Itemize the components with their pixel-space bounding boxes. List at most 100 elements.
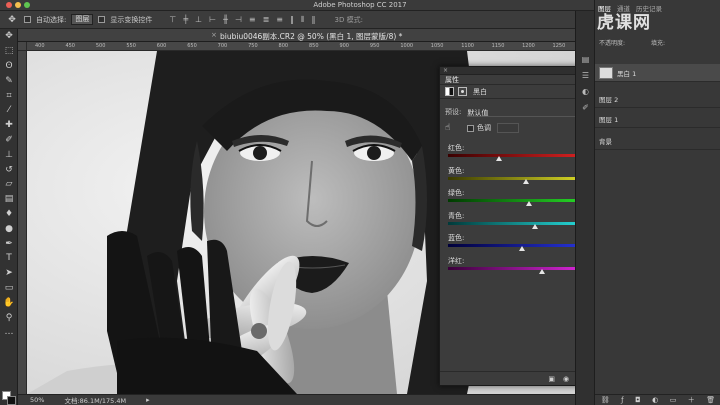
ruler-tick-label: 1000 [400, 43, 414, 49]
slider-thumb[interactable] [522, 178, 529, 184]
status-menu-icon[interactable]: ▸ [146, 396, 150, 404]
ruler-tick-label: 1250 [552, 43, 566, 49]
slider-label: 青色: [448, 211, 465, 220]
distribute-left-icon[interactable]: ‖ [290, 15, 294, 25]
new-layer-icon[interactable]: ＋ [688, 395, 695, 405]
tint-checkbox[interactable] [467, 124, 474, 132]
add-mask-icon[interactable]: ◘ [635, 396, 641, 404]
auto-select-checkbox[interactable] [24, 16, 31, 23]
ruler-tick-label: 600 [156, 43, 167, 49]
align-right-icon[interactable]: ⊣ [235, 15, 242, 25]
brush-icon[interactable]: ✐ [0, 133, 18, 148]
layer-row[interactable]: 背景 [595, 132, 720, 150]
tools-panel: ✥ ⬚ ʘ ✎ ⌗ ⁄ ✚ ✐ ⊥ ↺ ▱ ▤ ♦ ● ✒ T ➤ ▭ ✋ ⚲ … [0, 29, 18, 405]
align-hcenter-icon[interactable]: ╫ [223, 15, 228, 25]
distribute-vcenter-icon[interactable]: ≣ [263, 15, 270, 25]
document-tab[interactable]: × biubiu0046副本.CR2 @ 50% (黑白 1, 图层蒙版/8) … [18, 29, 575, 42]
properties-title: 属性 [445, 76, 459, 84]
properties-panel-icon[interactable]: ☰ [576, 67, 595, 83]
ruler-tick-label: 950 [369, 43, 380, 49]
layer-row[interactable]: 黑白 1 [595, 64, 720, 82]
align-left-icon[interactable]: ⊢ [209, 15, 216, 25]
ruler-tick-label: 500 [95, 43, 106, 49]
document-size: 文档:86.1M/175.4M [64, 397, 127, 405]
tint-color-swatch[interactable] [497, 123, 519, 133]
pen-icon[interactable]: ✒ [0, 236, 18, 251]
vertical-ruler[interactable] [18, 51, 27, 394]
layer-row[interactable]: 图层 1 [595, 110, 720, 128]
distribute-hcenter-icon[interactable]: ⦀ [301, 15, 305, 25]
align-vcenter-icon[interactable]: ╪ [183, 15, 188, 25]
document-title: biubiu0046副本.CR2 @ 50% (黑白 1, 图层蒙版/8) * [220, 32, 403, 41]
layer-mask-thumbnail[interactable] [599, 66, 613, 79]
eraser-icon[interactable]: ▱ [0, 177, 18, 192]
slider-thumb[interactable] [518, 246, 525, 251]
distribute-top-icon[interactable]: ≡ [249, 15, 256, 25]
zoom-window-icon[interactable] [24, 2, 30, 8]
shape-icon[interactable]: ▭ [0, 281, 18, 296]
black-white-adjustment-icon[interactable] [445, 87, 454, 96]
crop-icon[interactable]: ⌗ [0, 88, 18, 103]
healing-brush-icon[interactable]: ✚ [0, 118, 18, 133]
auto-select-target-select[interactable]: 图层 [71, 14, 94, 25]
panel-close-icon[interactable]: × [443, 67, 448, 74]
close-tab-icon[interactable]: × [211, 31, 217, 39]
fill-label: 填充: [650, 40, 665, 47]
history-brush-icon[interactable]: ↺ [0, 162, 18, 177]
slider-thumb[interactable] [532, 223, 539, 229]
clone-stamp-icon[interactable]: ⊥ [0, 147, 18, 162]
slider-label: 红色: [448, 144, 465, 152]
slider-label: 蓝色: [448, 234, 465, 242]
slider-label: 黄色: [448, 166, 465, 175]
ruler-origin[interactable] [18, 42, 27, 51]
delete-layer-icon[interactable]: 🗑 [706, 396, 715, 404]
dodge-icon[interactable]: ● [0, 221, 18, 236]
close-window-icon[interactable] [6, 2, 12, 8]
fx-icon[interactable]: ƒ [621, 396, 623, 404]
quick-select-icon[interactable]: ✎ [0, 73, 18, 88]
targeted-adjustment-hand-icon[interactable]: ☝ [445, 123, 461, 133]
history-panel-icon[interactable]: ▤ [576, 51, 595, 67]
layer-mask-icon[interactable] [458, 87, 467, 96]
align-bottom-icon[interactable]: ⊥ [195, 15, 202, 25]
adjustments-panel-icon[interactable]: ◐ [576, 83, 595, 99]
eyedropper-icon[interactable]: ⁄ [0, 103, 18, 118]
minimize-window-icon[interactable] [15, 2, 21, 8]
show-transform-checkbox[interactable] [98, 16, 106, 23]
horizontal-ruler[interactable]: 400 450 500 550 600 650 700 750 800 850 900 950 1000… [27, 42, 575, 51]
lasso-icon[interactable]: ʘ [0, 59, 18, 74]
move-tool-icon[interactable]: ✥ [5, 14, 19, 26]
ruler-tick-label: 750 [248, 43, 258, 49]
slider-thumb[interactable] [525, 201, 532, 206]
distribute-bottom-icon[interactable]: ≡ [276, 15, 283, 25]
zoom-level[interactable]: 50% [30, 396, 44, 404]
marquee-icon[interactable]: ⬚ [0, 44, 18, 59]
more-tools-icon[interactable]: … [0, 325, 18, 340]
type-icon[interactable]: T [0, 251, 18, 266]
slider-thumb[interactable] [495, 156, 502, 161]
slider-thumb[interactable] [539, 268, 546, 274]
hand-icon[interactable]: ✋ [0, 295, 18, 310]
view-previous-icon[interactable]: ◉ [563, 375, 569, 383]
background-color[interactable] [7, 396, 16, 405]
adjustment-name: 黑白 [473, 87, 487, 96]
path-select-icon[interactable]: ➤ [0, 266, 18, 281]
layer-name: 图层 2 [599, 95, 619, 104]
tint-label: 色调 [477, 124, 491, 132]
watermark-logo: 虎课网 [597, 13, 651, 33]
gradient-icon[interactable]: ▤ [0, 192, 18, 207]
blur-icon[interactable]: ♦ [0, 207, 18, 222]
clip-to-layer-icon[interactable]: ▣ [548, 375, 555, 383]
auto-select-label: 自动选择: [36, 15, 67, 24]
align-top-icon[interactable]: ⊤ [169, 15, 176, 25]
mode-3d-label: 3D 模式: [334, 15, 363, 24]
layer-row[interactable]: 图层 2 [595, 90, 720, 108]
zoom-icon[interactable]: ⚲ [0, 310, 18, 325]
move-icon[interactable]: ✥ [0, 29, 18, 44]
brushes-panel-icon[interactable]: ✐ [576, 99, 595, 115]
ruler-tick-label: 1150 [491, 43, 505, 49]
new-adjustment-icon[interactable]: ◐ [652, 396, 658, 404]
new-group-icon[interactable]: ▭ [670, 396, 677, 404]
link-layers-icon[interactable]: ⛓ [601, 396, 610, 404]
distribute-right-icon[interactable]: ‖ [312, 15, 316, 25]
